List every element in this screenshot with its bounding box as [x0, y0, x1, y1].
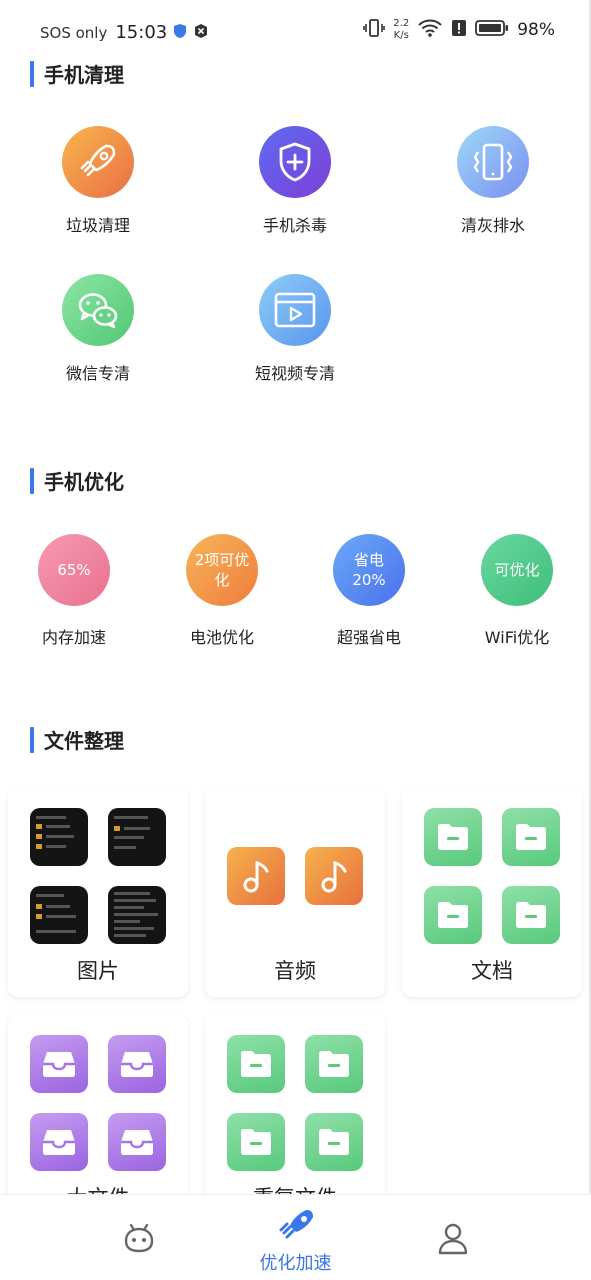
- wechat-icon: [62, 274, 134, 346]
- phone-vibrate-icon: [457, 126, 529, 198]
- status-left: SOS only 15:03: [40, 22, 209, 43]
- shield-status-icon: [173, 23, 187, 43]
- phone-antivirus-button[interactable]: 手机杀毒: [225, 126, 365, 236]
- inbox-tray-icon: [30, 1113, 88, 1171]
- alert-icon: [451, 19, 467, 41]
- rocket-icon: [276, 1207, 316, 1247]
- document-thumbnails: [424, 808, 560, 944]
- audio-thumbnails: [227, 808, 363, 944]
- folder-icon: [424, 808, 482, 866]
- opt-label: WiFi优化: [484, 628, 550, 647]
- section-title-text: 手机清理: [44, 63, 124, 87]
- image-thumbnail: [30, 808, 88, 866]
- file-card-duplicate-files[interactable]: 重复文件: [205, 1014, 385, 1224]
- image-thumbnail: [108, 808, 166, 866]
- video-play-icon: [259, 274, 331, 346]
- speed-value: 2.2: [393, 18, 410, 29]
- file-card-images[interactable]: 图片: [8, 787, 188, 997]
- section-title-clean: 手机清理: [30, 59, 124, 88]
- short-video-clean-button[interactable]: 短视频专清: [225, 274, 365, 384]
- tool-label: 短视频专清: [254, 364, 335, 383]
- person-icon: [437, 1221, 469, 1259]
- battery-optimize-button[interactable]: 2项可优化 电池优化: [162, 534, 282, 648]
- wifi-badge: 可优化: [481, 534, 553, 606]
- opt-label: 超强省电: [336, 628, 401, 647]
- opt-label: 内存加速: [41, 628, 106, 647]
- music-note-icon: [227, 847, 285, 905]
- nav-tab-profile[interactable]: [354, 1195, 551, 1280]
- battery-icon: [475, 19, 509, 41]
- section-accent-bar: [30, 467, 34, 494]
- folder-icon: [305, 1113, 363, 1171]
- wifi-icon: [417, 18, 443, 42]
- clock: 15:03: [115, 22, 168, 43]
- tool-label: 清灰排水: [460, 216, 525, 235]
- status-bar: SOS only 15:03 2.2 K/s 98%: [0, 0, 591, 62]
- inbox-tray-icon: [108, 1113, 166, 1171]
- image-thumbnail: [108, 886, 166, 944]
- folder-icon: [305, 1035, 363, 1093]
- status-right: 2.2 K/s 98%: [363, 18, 555, 42]
- rocket-icon: [62, 126, 134, 198]
- wechat-clean-button[interactable]: 微信专清: [28, 274, 168, 384]
- power-save-badge: 省电20%: [333, 534, 405, 606]
- section-title-files: 文件整理: [30, 725, 124, 754]
- file-card-documents[interactable]: 文档: [402, 787, 582, 997]
- network-speed: 2.2 K/s: [393, 18, 409, 42]
- inbox-tray-icon: [108, 1035, 166, 1093]
- shield-plus-icon: [259, 126, 331, 198]
- memory-badge: 65%: [38, 534, 110, 606]
- section-title-text: 文件整理: [44, 729, 124, 753]
- robot-icon: [122, 1221, 156, 1259]
- battery-percent: 98%: [517, 20, 555, 40]
- folder-icon: [502, 886, 560, 944]
- section-accent-bar: [30, 60, 34, 87]
- speed-unit: K/s: [393, 30, 409, 41]
- large-file-thumbnails: [30, 1035, 166, 1171]
- folder-icon: [502, 808, 560, 866]
- wifi-optimize-button[interactable]: 可优化 WiFi优化: [457, 534, 577, 648]
- junk-clean-button[interactable]: 垃圾清理: [28, 126, 168, 236]
- folder-icon: [227, 1035, 285, 1093]
- inbox-tray-icon: [30, 1035, 88, 1093]
- file-card-large-files[interactable]: 大文件: [8, 1014, 188, 1224]
- image-thumbnail: [30, 886, 88, 944]
- tool-label: 手机杀毒: [262, 216, 327, 235]
- tool-label: 微信专清: [65, 364, 130, 383]
- card-name: 音频: [274, 959, 316, 983]
- image-thumbnails: [30, 808, 166, 944]
- section-title-text: 手机优化: [44, 470, 124, 494]
- file-card-audio[interactable]: 音频: [205, 787, 385, 997]
- folder-icon: [227, 1113, 285, 1171]
- security-status-icon: [193, 23, 209, 43]
- duplicate-file-thumbnails: [227, 1035, 363, 1171]
- opt-label: 电池优化: [189, 628, 254, 647]
- section-accent-bar: [30, 726, 34, 753]
- vibrate-icon: [363, 18, 386, 42]
- card-name: 图片: [77, 959, 119, 983]
- memory-boost-button[interactable]: 65% 内存加速: [14, 534, 134, 648]
- bottom-nav: 优化加速: [0, 1194, 591, 1280]
- card-name: 文档: [471, 959, 513, 983]
- dust-water-clean-button[interactable]: 清灰排水: [423, 126, 563, 236]
- super-power-save-button[interactable]: 省电20% 超强省电: [309, 534, 429, 648]
- folder-icon: [424, 886, 482, 944]
- carrier-text: SOS only: [40, 23, 108, 42]
- tool-label: 垃圾清理: [65, 216, 130, 235]
- section-title-optimize: 手机优化: [30, 466, 124, 495]
- music-note-icon: [305, 847, 363, 905]
- nav-tab-label: 优化加速: [259, 1253, 332, 1274]
- battery-badge: 2项可优化: [186, 534, 258, 606]
